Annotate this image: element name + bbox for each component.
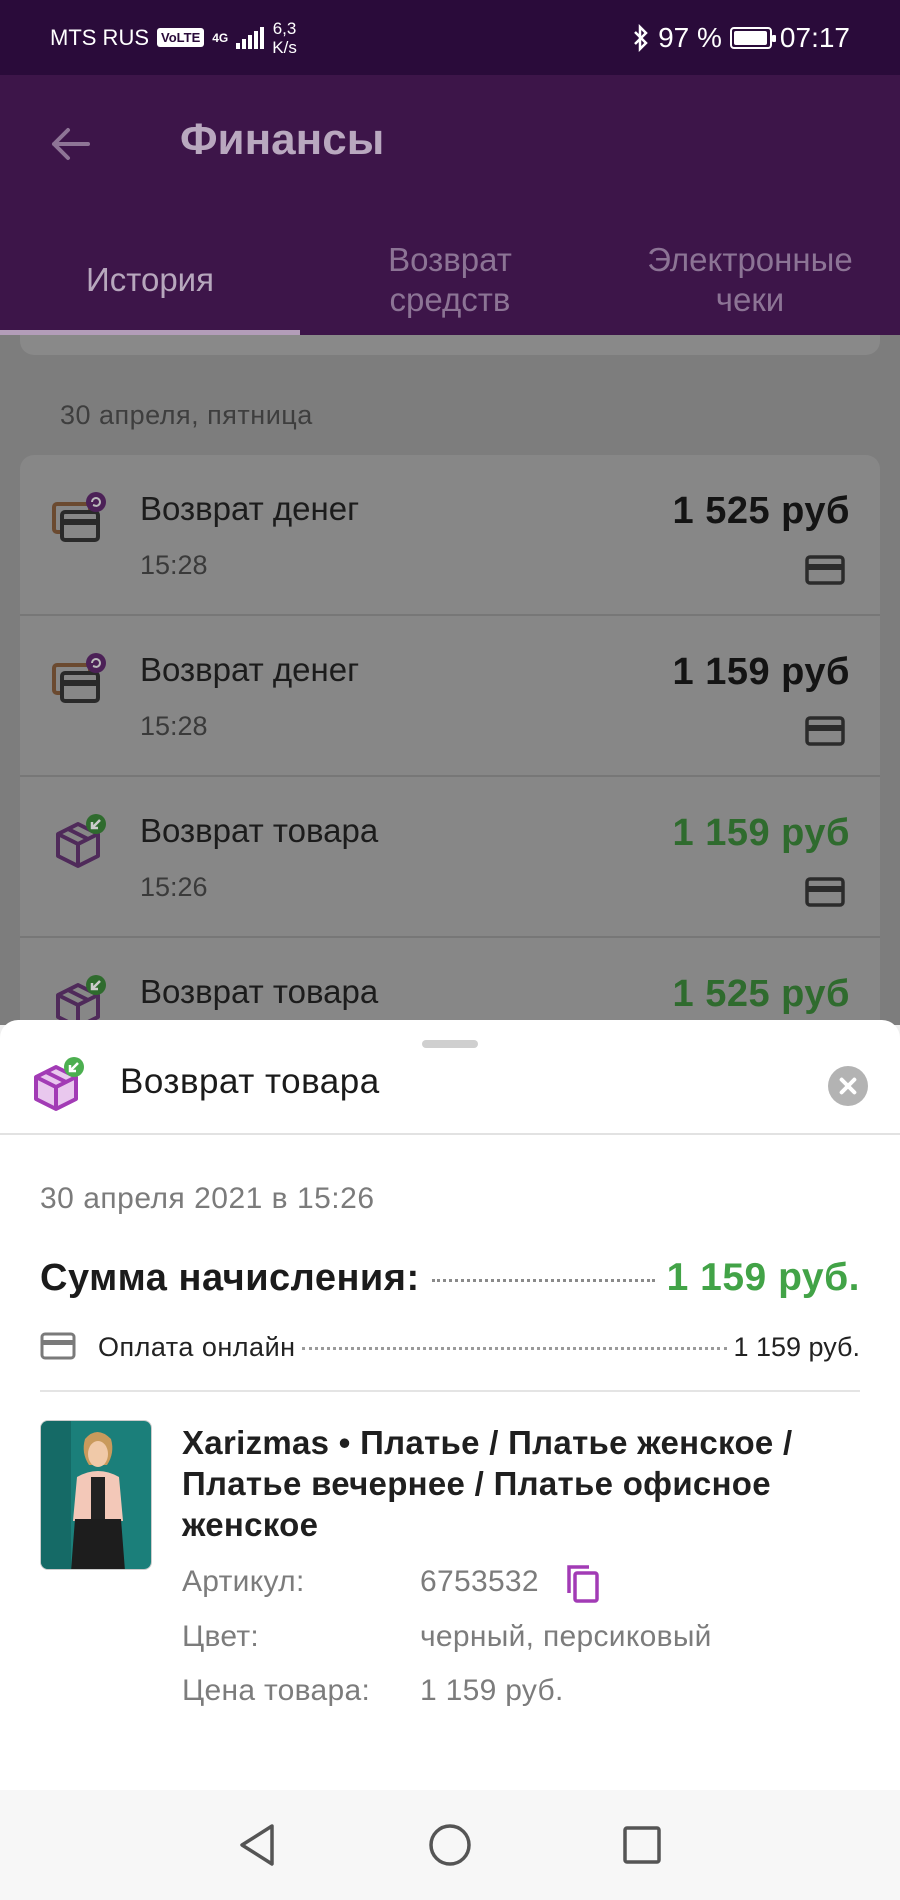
sum-value: 1 159 руб. bbox=[666, 1256, 860, 1299]
tab-label: Возврат средств bbox=[388, 241, 512, 318]
sum-label: Сумма начисления: bbox=[40, 1257, 420, 1299]
product-name[interactable]: Xarizmas • Платье / Платье женское / Пла… bbox=[182, 1422, 872, 1545]
product-image[interactable] bbox=[40, 1420, 152, 1570]
package-return-icon bbox=[56, 975, 106, 1025]
item-amount: 1 525 руб bbox=[672, 490, 850, 532]
history-content: 30 апреля, пятница Возврат денег 15:28 1… bbox=[0, 335, 900, 1025]
previous-card bbox=[20, 335, 880, 355]
money-return-icon bbox=[52, 653, 106, 703]
article-label: Артикул: bbox=[182, 1565, 305, 1598]
app-bar: Финансы История Возврат средств Электронн… bbox=[0, 75, 900, 335]
bluetooth-icon bbox=[634, 23, 648, 52]
status-bar: MTS RUS VoLTE 4G 6,3 K/s 97 % 07:17 bbox=[0, 0, 900, 75]
package-return-icon bbox=[34, 1057, 84, 1111]
tab-history[interactable]: История bbox=[0, 225, 300, 335]
copy-icon[interactable] bbox=[563, 1563, 603, 1605]
speed-value: 6,3 bbox=[272, 18, 297, 38]
price-value: 1 159 руб. bbox=[420, 1674, 564, 1707]
signal-icon bbox=[236, 26, 265, 49]
date-header: 30 апреля, пятница bbox=[60, 400, 313, 430]
network-type: 4G bbox=[212, 30, 229, 45]
tab-e-receipts[interactable]: Электронные чеки bbox=[600, 225, 900, 335]
history-item[interactable]: Возврат товара 15:26 1 159 руб bbox=[20, 777, 880, 938]
payment-row: Оплата онлайн 1 159 руб. bbox=[40, 1328, 860, 1368]
history-item[interactable]: Возврат товара 1 525 руб bbox=[20, 938, 880, 1025]
item-amount: 1 525 руб bbox=[672, 973, 850, 1015]
card-icon bbox=[40, 1332, 76, 1360]
tab-bar: История Возврат средств Электронные чеки bbox=[0, 225, 900, 335]
article-value: 6753532 bbox=[420, 1565, 539, 1598]
return-datetime: 30 апреля 2021 в 15:26 bbox=[40, 1182, 375, 1215]
item-time: 15:28 bbox=[140, 550, 208, 580]
return-details-sheet: Возврат товара 30 апреля 2021 в 15:26 Су… bbox=[0, 1020, 900, 1790]
system-nav-bar bbox=[0, 1790, 900, 1900]
nav-back-icon[interactable] bbox=[232, 1820, 282, 1870]
item-name: Возврат денег bbox=[140, 490, 360, 527]
package-return-icon bbox=[56, 814, 106, 868]
battery-percent: 97 % bbox=[658, 21, 722, 53]
item-amount: 1 159 руб bbox=[672, 812, 850, 854]
money-return-icon bbox=[52, 492, 106, 542]
tab-label: История bbox=[86, 261, 214, 298]
color-value: черный, персиковый bbox=[420, 1620, 712, 1653]
divider bbox=[0, 1133, 900, 1135]
volte-badge: VoLTE bbox=[157, 28, 205, 47]
card-icon bbox=[805, 716, 845, 746]
payment-label: Оплата онлайн bbox=[98, 1332, 296, 1362]
item-time: 15:26 bbox=[140, 872, 208, 902]
color-label: Цвет: bbox=[182, 1620, 260, 1653]
network-speed: 6,3 K/s bbox=[272, 19, 297, 57]
sheet-title: Возврат товара bbox=[120, 1062, 380, 1101]
divider bbox=[40, 1390, 860, 1392]
nav-home-icon[interactable] bbox=[425, 1820, 475, 1870]
page-title: Финансы bbox=[180, 115, 385, 164]
sum-row: Сумма начисления: 1 159 руб. bbox=[40, 1256, 860, 1306]
back-arrow-icon[interactable] bbox=[48, 122, 92, 166]
history-item[interactable]: Возврат денег 15:28 1 159 руб bbox=[20, 616, 880, 777]
tab-refunds[interactable]: Возврат средств bbox=[300, 225, 600, 335]
item-time: 15:28 bbox=[140, 711, 208, 741]
item-amount: 1 159 руб bbox=[672, 651, 850, 693]
item-name: Возврат денег bbox=[140, 651, 360, 688]
item-name: Возврат товара bbox=[140, 812, 379, 849]
tab-label: Электронные чеки bbox=[647, 241, 853, 318]
close-icon[interactable] bbox=[828, 1066, 868, 1106]
dotted-leader bbox=[431, 1279, 655, 1282]
card-icon bbox=[805, 877, 845, 907]
clock: 07:17 bbox=[779, 21, 850, 53]
nav-recents-icon[interactable] bbox=[617, 1820, 667, 1870]
payment-value: 1 159 руб. bbox=[733, 1332, 860, 1362]
speed-unit: K/s bbox=[272, 37, 297, 57]
history-list: Возврат денег 15:28 1 525 руб Возврат де… bbox=[20, 455, 880, 1025]
history-item[interactable]: Возврат денег 15:28 1 525 руб bbox=[20, 455, 880, 616]
drag-handle[interactable] bbox=[422, 1040, 478, 1048]
item-name: Возврат товара bbox=[140, 973, 379, 1010]
price-label: Цена товара: bbox=[182, 1674, 371, 1707]
card-icon bbox=[805, 555, 845, 585]
dotted-leader bbox=[301, 1347, 728, 1350]
carrier-name: MTS RUS bbox=[50, 24, 149, 50]
battery-icon bbox=[729, 26, 776, 49]
